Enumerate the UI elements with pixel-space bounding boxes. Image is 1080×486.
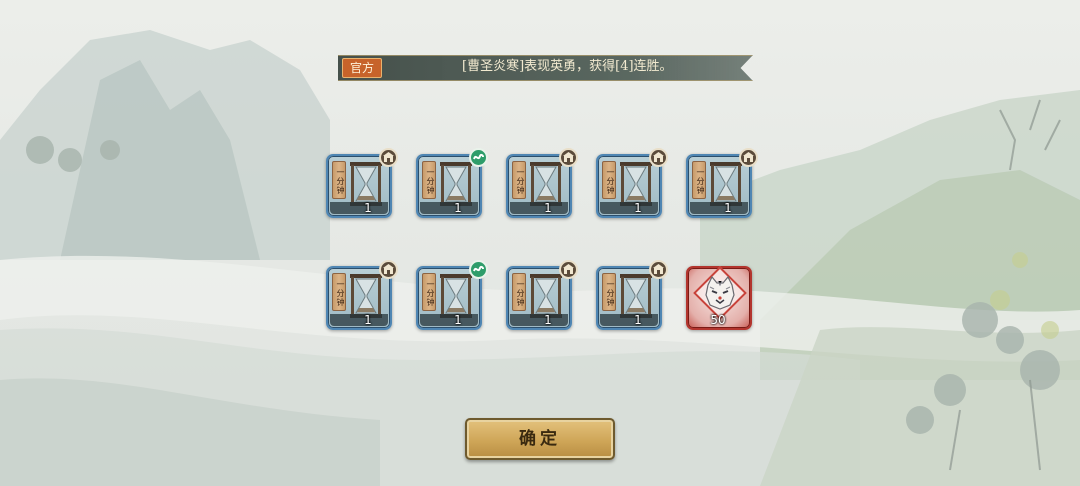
shop-icon <box>559 148 578 167</box>
shop-icon <box>649 148 668 167</box>
item-name-scroll: 一分钟 <box>692 161 706 199</box>
event-icon <box>469 260 488 279</box>
reward-quantity: 50 <box>710 313 726 327</box>
shop-icon <box>379 148 398 167</box>
white-tiger-avatar-icon <box>705 275 735 310</box>
reward-quantity: 1 <box>544 201 552 215</box>
reward-quantity: 1 <box>634 201 642 215</box>
reward-quantity: 1 <box>724 201 732 215</box>
reward-card-one-minute[interactable]: 一分钟 1 <box>416 260 488 330</box>
shop-icon <box>379 260 398 279</box>
item-name-scroll: 一分钟 <box>332 161 346 199</box>
item-name-scroll: 一分钟 <box>512 161 526 199</box>
shop-icon <box>739 148 758 167</box>
item-name-scroll: 一分钟 <box>602 161 616 199</box>
reward-card-one-minute[interactable]: 一分钟 1 <box>596 260 668 330</box>
item-name-scroll: 一分钟 <box>512 273 526 311</box>
reward-quantity: 1 <box>544 313 552 327</box>
confirm-button[interactable]: 确定 <box>465 418 615 460</box>
shop-icon <box>649 260 668 279</box>
event-icon <box>469 148 488 167</box>
item-name-scroll: 一分钟 <box>332 273 346 311</box>
reward-quantity: 1 <box>454 313 462 327</box>
item-name-scroll: 一分钟 <box>602 273 616 311</box>
item-name-scroll: 一分钟 <box>422 273 436 311</box>
reward-card-one-minute[interactable]: 一分钟 1 <box>416 148 488 218</box>
announcement-tag: 官方 <box>342 58 382 78</box>
reward-card-one-minute[interactable]: 一分钟 1 <box>596 148 668 218</box>
reward-quantity: 1 <box>454 201 462 215</box>
reward-quantity: 1 <box>364 313 372 327</box>
reward-card-one-minute[interactable]: 一分钟 1 <box>506 260 578 330</box>
shop-icon <box>559 260 578 279</box>
reward-quantity: 1 <box>634 313 642 327</box>
item-name-scroll: 一分钟 <box>422 161 436 199</box>
reward-card-one-minute[interactable]: 一分钟 1 <box>326 148 398 218</box>
reward-card-one-minute[interactable]: 一分钟 1 <box>326 260 398 330</box>
announcement-message: [曹圣炎寒]表现英勇，获得[4]连胜。 <box>462 59 673 74</box>
reward-quantity: 1 <box>364 201 372 215</box>
reward-card-tiger-avatar[interactable]: 50 <box>686 266 752 330</box>
reward-card-one-minute[interactable]: 一分钟 1 <box>686 148 758 218</box>
reward-card-one-minute[interactable]: 一分钟 1 <box>506 148 578 218</box>
